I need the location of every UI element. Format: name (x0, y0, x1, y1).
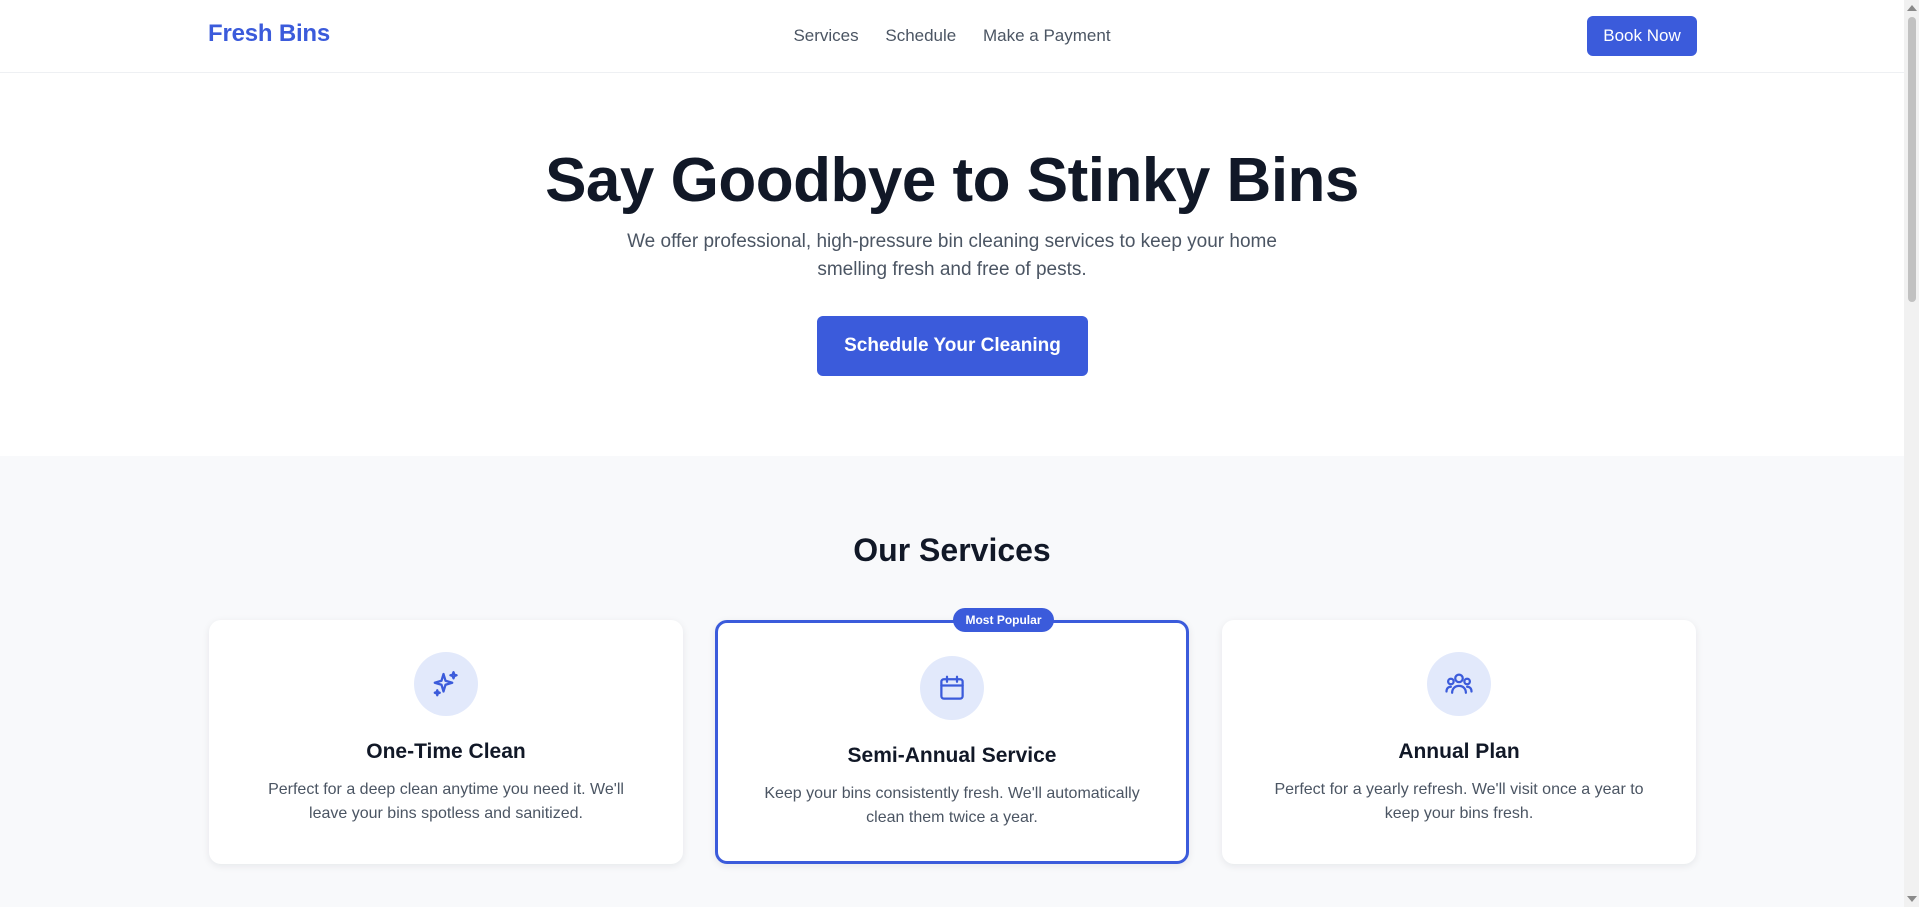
services-section: Our Services One-Time Clean Perfect for … (0, 456, 1904, 907)
nav-link-schedule[interactable]: Schedule (885, 26, 956, 46)
card-description: Perfect for a deep clean anytime you nee… (268, 781, 624, 822)
nav-link-services[interactable]: Services (793, 26, 858, 46)
service-card-semi-annual[interactable]: Semi-Annual Service Keep your bins consi… (715, 620, 1189, 864)
card-description: Perfect for a yearly refresh. We'll visi… (1274, 781, 1644, 822)
sparkles-icon (414, 652, 478, 716)
card-title: Annual Plan (1398, 740, 1520, 763)
scroll-up-arrow-icon[interactable] (1907, 5, 1917, 11)
card-description: Keep your bins consistently fresh. We'll… (764, 785, 1140, 826)
hero-title: Say Goodbye to Stinky Bins (545, 146, 1359, 215)
most-popular-badge: Most Popular (953, 608, 1054, 632)
hero-subtitle: We offer professional, high-pressure bin… (627, 231, 1277, 280)
page: Fresh Bins Services Schedule Make a Paym… (0, 0, 1904, 907)
users-icon (1427, 652, 1491, 716)
calendar-icon (920, 656, 984, 720)
services-title: Our Services (853, 532, 1051, 568)
scrollbar-thumb[interactable] (1908, 17, 1916, 302)
site-header: Fresh Bins Services Schedule Make a Paym… (0, 0, 1904, 73)
schedule-cleaning-button[interactable]: Schedule Your Cleaning (817, 316, 1088, 376)
page-scrollbar[interactable] (1904, 0, 1919, 907)
service-card-one-time[interactable]: One-Time Clean Perfect for a deep clean … (209, 620, 683, 864)
book-now-button[interactable]: Book Now (1587, 16, 1697, 56)
nav-link-make-a-payment[interactable]: Make a Payment (983, 26, 1111, 46)
card-title: Semi-Annual Service (847, 744, 1057, 767)
service-card-annual[interactable]: Annual Plan Perfect for a yearly refresh… (1222, 620, 1696, 864)
scroll-down-arrow-icon[interactable] (1907, 896, 1917, 902)
card-title: One-Time Clean (366, 740, 526, 763)
